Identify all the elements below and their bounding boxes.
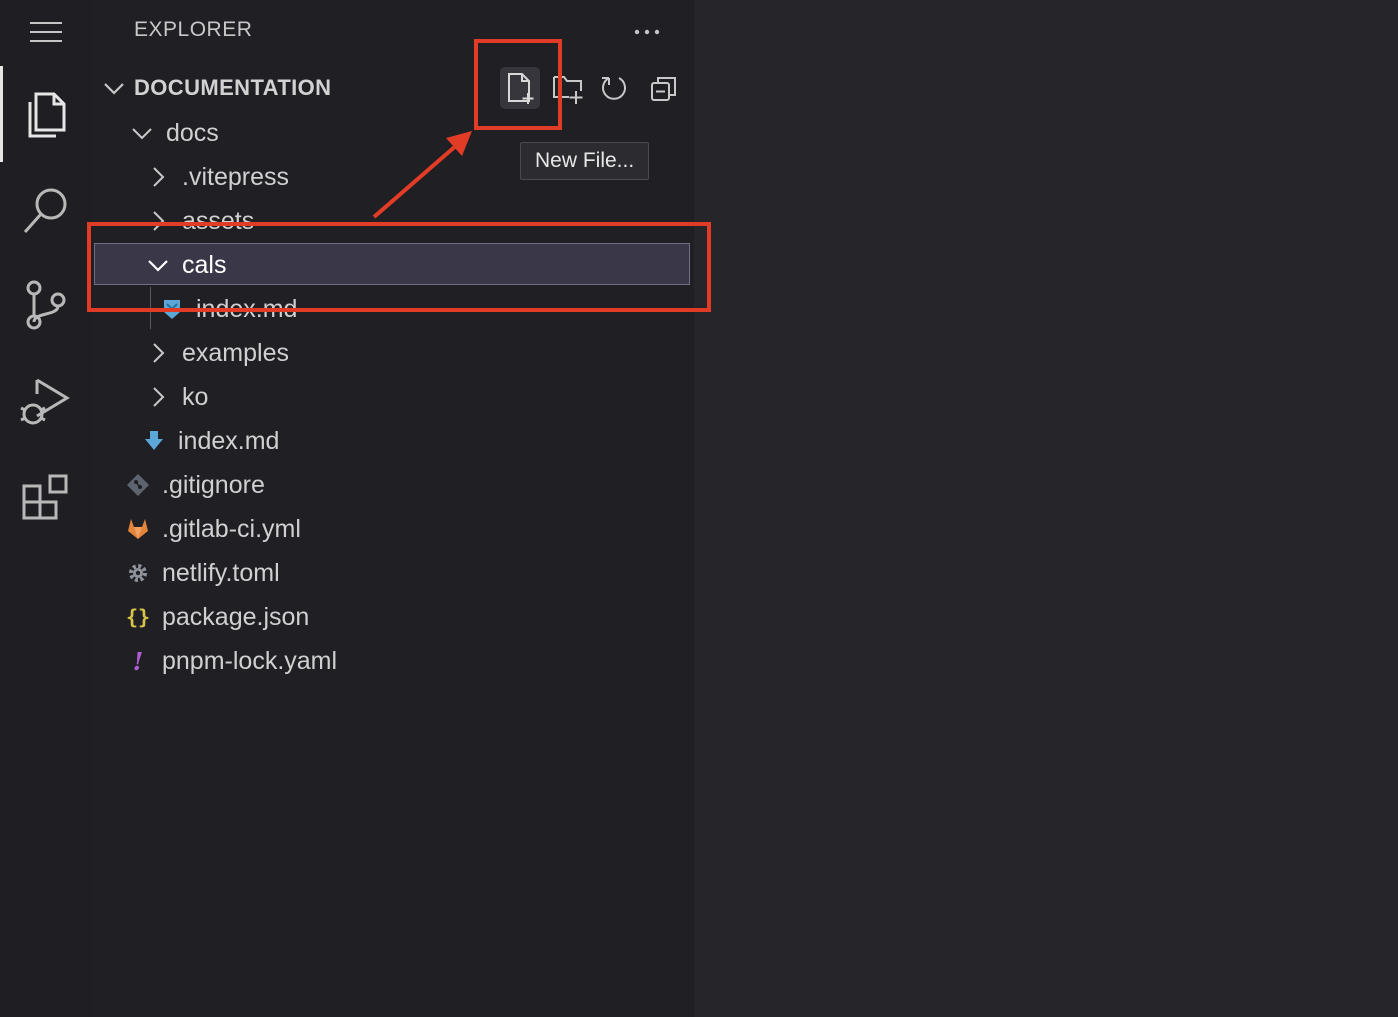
new-file-icon — [508, 73, 534, 104]
section-header-documentation[interactable]: DOCUMENTATION — [102, 70, 331, 106]
tree-item-netlify-toml[interactable]: netlify.toml — [92, 551, 694, 595]
run-debug-icon[interactable] — [0, 374, 92, 430]
search-icon[interactable] — [0, 184, 92, 236]
tree-item-label: .gitlab-ci.yml — [162, 514, 301, 543]
tree-item-label: index.md — [178, 426, 280, 455]
tree-item-label: cals — [182, 250, 227, 279]
tree-item-label: .gitignore — [162, 470, 265, 499]
new-file-tooltip: New File... — [520, 142, 650, 180]
files-icon[interactable] — [0, 86, 92, 142]
tree-item-assets[interactable]: assets — [92, 199, 694, 243]
markdown-icon — [160, 297, 184, 321]
tree-item-cals[interactable]: cals — [92, 243, 694, 287]
menu-icon[interactable] — [0, 18, 92, 46]
tree-item-label: index.md — [196, 294, 298, 323]
explorer-sidebar: EXPLORER DOCUMENTATION docs .vitepress a… — [92, 0, 694, 1017]
chevron-right-icon — [146, 165, 170, 189]
chevron-right-icon — [146, 341, 170, 365]
chevron-right-icon — [146, 385, 170, 409]
refresh-button[interactable] — [596, 67, 636, 109]
refresh-icon — [602, 77, 626, 100]
collapse-all-button[interactable] — [644, 67, 684, 109]
tree-item-label: ko — [182, 382, 209, 411]
tree-item-docs-index-md[interactable]: index.md — [92, 419, 694, 463]
chevron-down-icon — [104, 83, 124, 95]
editor-area — [694, 0, 1398, 1017]
yaml-exclamation-icon: ! — [132, 646, 144, 676]
gear-icon — [126, 561, 150, 585]
chevron-down-icon — [130, 121, 154, 145]
collapse-all-icon — [651, 77, 676, 101]
tree-item-ko[interactable]: ko — [92, 375, 694, 419]
tree-item-gitlab-ci[interactable]: .gitlab-ci.yml — [92, 507, 694, 551]
chevron-right-icon — [146, 209, 170, 233]
tree-item-cals-index-md[interactable]: index.md — [92, 287, 694, 331]
source-control-icon[interactable] — [0, 280, 92, 332]
tree-item-pnpm-lock[interactable]: ! pnpm-lock.yaml — [92, 639, 694, 683]
tree-item-examples[interactable]: examples — [92, 331, 694, 375]
new-folder-icon — [553, 76, 583, 104]
tree-item-label: .vitepress — [182, 162, 289, 191]
tree-item-package-json[interactable]: {} package.json — [92, 595, 694, 639]
tree-item-label: netlify.toml — [162, 558, 280, 587]
tree-item-label: examples — [182, 338, 289, 367]
chevron-down-icon — [146, 253, 170, 277]
tree-item-gitignore[interactable]: .gitignore — [92, 463, 694, 507]
tree-item-label: package.json — [162, 602, 310, 631]
extensions-icon[interactable] — [0, 472, 92, 524]
sidebar-title: EXPLORER — [134, 18, 253, 41]
json-braces-icon: {} — [125, 605, 151, 629]
more-actions-icon[interactable] — [632, 18, 662, 46]
section-title: DOCUMENTATION — [134, 75, 332, 100]
tree-item-label: docs — [166, 118, 219, 147]
tree-item-label: assets — [182, 206, 255, 235]
activity-bar — [0, 0, 92, 1017]
new-file-button[interactable] — [500, 67, 540, 109]
gitlab-icon — [126, 517, 150, 541]
git-icon — [126, 473, 150, 497]
tree-item-label: pnpm-lock.yaml — [162, 646, 338, 675]
new-folder-button[interactable] — [548, 67, 588, 109]
markdown-icon — [142, 429, 166, 453]
